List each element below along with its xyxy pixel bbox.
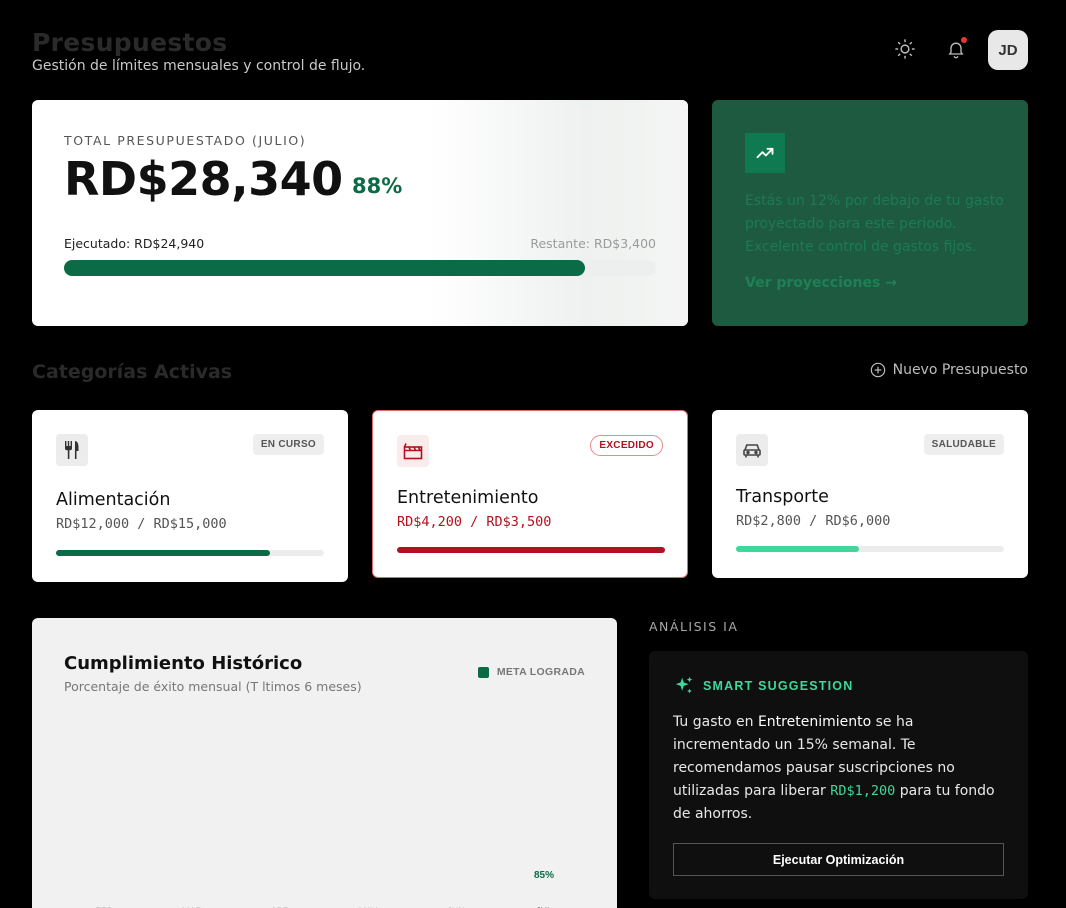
ai-suggestion-text: Tu gasto en Entretenimiento se ha increm… <box>673 711 1007 826</box>
category-progress-fill <box>397 547 665 553</box>
total-budget-amount: RD$28,340 <box>64 152 343 206</box>
category-amount: RD$12,000 / RD$15,000 <box>56 516 227 532</box>
total-progress-fill <box>64 260 585 276</box>
history-chart-card: Cumplimiento Histórico Porcentaje de éxi… <box>32 618 617 908</box>
category-name: Entretenimiento <box>397 488 539 508</box>
category-card-alimentacion[interactable]: EN CURSO Alimentación RD$12,000 / RD$15,… <box>32 410 348 582</box>
ai-section-label: ANÁLISIS IA <box>649 619 739 634</box>
total-progress-bar <box>64 260 656 276</box>
notifications-button[interactable] <box>939 32 973 66</box>
utensils-icon <box>65 441 79 459</box>
new-budget-button[interactable]: Nuevo Presupuesto <box>870 362 1028 378</box>
total-budget-percent: 88% <box>352 174 403 198</box>
trending-up-icon <box>756 147 774 159</box>
sun-icon <box>895 39 915 59</box>
category-name: Alimentación <box>56 490 171 510</box>
clapperboard-icon <box>403 443 423 460</box>
page-title: Presupuestos <box>32 28 228 57</box>
status-badge: EXCEDIDO <box>590 435 663 456</box>
category-card-transporte[interactable]: SALUDABLE Transporte RD$2,800 / RD$6,000 <box>712 410 1028 578</box>
category-amount: RD$4,200 / RD$3,500 <box>397 514 552 530</box>
category-name: Transporte <box>736 487 829 507</box>
category-icon-box <box>56 434 88 466</box>
remaining-label: Restante: RD$3,400 <box>530 236 656 251</box>
status-badge: EN CURSO <box>252 434 324 455</box>
page-header: Presupuestos Gestión de límites mensuale… <box>32 28 1028 76</box>
execute-optimization-button[interactable]: Ejecutar Optimización <box>673 843 1004 876</box>
avatar[interactable]: JD <box>988 30 1028 70</box>
notification-dot <box>961 37 967 43</box>
category-amount: RD$2,800 / RD$6,000 <box>736 513 891 529</box>
car-icon <box>743 444 761 458</box>
category-progress-bar <box>56 550 324 556</box>
ai-text-highlight: Entretenimiento <box>757 714 872 730</box>
category-progress-fill <box>56 550 271 556</box>
view-projections-link[interactable]: Ver proyecciones → <box>745 275 897 291</box>
category-progress-bar <box>397 547 665 553</box>
sparkles-icon <box>675 676 693 694</box>
ai-suggestion-card: SMART SUGGESTION Tu gasto en Entretenimi… <box>649 651 1028 899</box>
category-icon-box <box>397 435 429 467</box>
status-badge: SALUDABLE <box>923 434 1004 455</box>
chart-data-label: 85% <box>534 870 554 881</box>
history-chart: FEBMARABRMAYJUN85%JUL <box>95 870 554 908</box>
total-budget-label: TOTAL PRESUPUESTADO (JULIO) <box>64 133 307 148</box>
category-progress-fill <box>736 546 860 552</box>
page-subtitle: Gestión de límites mensuales y control d… <box>32 58 366 74</box>
ai-heading: SMART SUGGESTION <box>673 675 853 697</box>
ai-text-amount: RD$1,200 <box>830 783 896 799</box>
ai-heading-label: SMART SUGGESTION <box>703 679 854 693</box>
theme-toggle-button[interactable] <box>888 32 922 66</box>
executed-label: Ejecutado: RD$24,940 <box>64 236 205 251</box>
trend-badge <box>745 133 785 173</box>
plus-circle-icon <box>870 362 885 378</box>
categories-title: Categorías Activas <box>32 361 233 383</box>
total-budget-card: TOTAL PRESUPUESTADO (JULIO) RD$28,340 88… <box>32 100 688 326</box>
category-progress-bar <box>736 546 1004 552</box>
insight-text: Estás un 12% por debajo de tu gasto proy… <box>745 193 1004 255</box>
insight-card: Estás un 12% por debajo de tu gasto proy… <box>712 100 1028 326</box>
category-card-entretenimiento[interactable]: EXCEDIDO Entretenimiento RD$4,200 / RD$3… <box>372 410 688 578</box>
category-icon-box <box>736 434 768 466</box>
new-budget-label: Nuevo Presupuesto <box>892 362 1028 378</box>
ai-text-part: Tu gasto en <box>673 714 758 730</box>
